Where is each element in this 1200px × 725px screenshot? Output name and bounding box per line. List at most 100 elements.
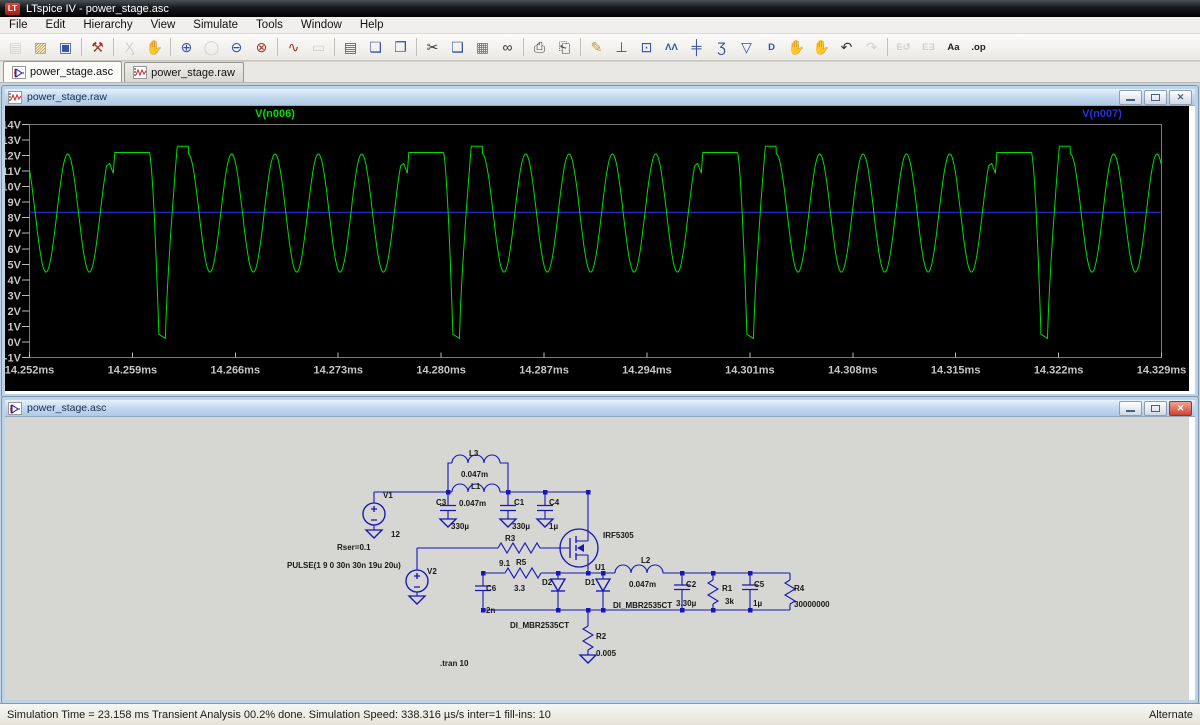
new-schematic-icon: ▤: [3, 36, 28, 59]
text-icon[interactable]: Aa: [941, 36, 966, 59]
tab-power-stage-raw[interactable]: power_stage.raw: [124, 62, 244, 82]
place-capacitor-icon[interactable]: ╪: [684, 36, 709, 59]
autorange-y-axis-icon[interactable]: ∿: [281, 36, 306, 59]
value-d1: DI_MBR2535CT: [613, 601, 672, 610]
cut-icon[interactable]: ✂: [420, 36, 445, 59]
drag-icon[interactable]: ✋: [809, 36, 834, 59]
control-panel-icon[interactable]: ⚒: [85, 36, 110, 59]
schematic-window-titlebar[interactable]: power_stage.asc: [5, 400, 1195, 417]
halt-icon[interactable]: ✋: [142, 36, 167, 59]
toolbar: ▤▨▣⚒Ӽ✋⊕◯⊖⊗∿▭▤❏❐✂❑▦∞⎙⎗✎⊥⊡ΛΛ╪Ʒ▽D✋✋↶↷E↺EƎAa…: [0, 34, 1200, 61]
menu-simulate[interactable]: Simulate: [184, 18, 247, 32]
y-tick-label: 7V: [8, 228, 22, 240]
y-tick-label: 9V: [8, 197, 22, 209]
place-ground-icon[interactable]: ⊥: [609, 36, 634, 59]
minimize-button[interactable]: [1119, 90, 1142, 105]
x-tick-label: 14.252ms: [5, 365, 54, 377]
y-tick-label: 0V: [8, 337, 22, 349]
value-r4: 30000000: [794, 600, 830, 609]
toolbar-separator: [170, 38, 171, 56]
restore-button[interactable]: [1144, 401, 1167, 416]
cascade-windows-icon[interactable]: ❏: [363, 36, 388, 59]
x-tick-label: 14.287ms: [519, 365, 569, 377]
toolbar-separator: [580, 38, 581, 56]
open-icon[interactable]: ▨: [28, 36, 53, 59]
y-tick-label: 11V: [5, 166, 22, 178]
trace-vn006[interactable]: [30, 146, 1162, 338]
print-icon[interactable]: ⎙: [527, 36, 552, 59]
save-icon[interactable]: ▣: [53, 36, 78, 59]
arrange-windows-icon[interactable]: ❐: [388, 36, 413, 59]
zoom-full-extents-icon[interactable]: ⊗: [249, 36, 274, 59]
place-component-icon[interactable]: D: [759, 36, 784, 59]
place-net-label-icon[interactable]: ⊡: [634, 36, 659, 59]
x-tick-label: 14.315ms: [931, 365, 981, 377]
waveform-window-titlebar[interactable]: power_stage.raw: [5, 89, 1195, 106]
y-tick-label: 14V: [5, 120, 22, 132]
x-tick-label: 14.308ms: [828, 365, 878, 377]
close-button[interactable]: [1169, 401, 1192, 416]
trace-label-vn006[interactable]: V(n006): [220, 108, 330, 120]
schematic-canvas[interactable]: V1 12 Rser=0.1 PULSE(1 9 0 30n 30n 19u 2…: [5, 417, 1189, 700]
waveform-plot-area[interactable]: V(n006) V(n007) 14V13V12V11V10V9V8V7V6V5…: [5, 106, 1189, 391]
draw-wire-icon[interactable]: ✎: [584, 36, 609, 59]
spice-directive-icon[interactable]: .op: [966, 36, 991, 59]
waveform-window: power_stage.raw V(n006) V(n007) 14V13V12…: [2, 86, 1198, 397]
ref-c4: C4: [549, 498, 560, 507]
x-tick-label: 14.280ms: [416, 365, 466, 377]
tab-label: power_stage.raw: [151, 67, 235, 79]
trace-label-vn007[interactable]: V(n007): [1047, 108, 1157, 120]
menu-window[interactable]: Window: [292, 18, 351, 32]
schematic-drawing: V1 12 Rser=0.1 PULSE(1 9 0 30n 30n 19u 2…: [5, 417, 1189, 700]
menu-hierarchy[interactable]: Hierarchy: [74, 18, 141, 32]
y-tick-label: 2V: [8, 306, 22, 318]
menu-help[interactable]: Help: [351, 18, 393, 32]
toolbar-separator: [523, 38, 524, 56]
place-inductor-icon[interactable]: Ʒ: [709, 36, 734, 59]
undo-icon[interactable]: ↶: [834, 36, 859, 59]
place-diode-icon[interactable]: ▽: [734, 36, 759, 59]
menu-view[interactable]: View: [142, 18, 185, 32]
value-c6: 2n: [486, 606, 495, 615]
toolbar-separator: [887, 38, 888, 56]
find-icon[interactable]: ∞: [495, 36, 520, 59]
value-c3: 330µ: [451, 522, 469, 531]
move-icon[interactable]: ✋: [784, 36, 809, 59]
toolbar-separator: [416, 38, 417, 56]
zoom-out-icon[interactable]: ⊖: [224, 36, 249, 59]
app-titlebar[interactable]: LT LTspice IV - power_stage.asc: [0, 0, 1200, 17]
menu-edit[interactable]: Edit: [37, 18, 75, 32]
menu-tools[interactable]: Tools: [247, 18, 292, 32]
value-c4: 1µ: [549, 522, 558, 531]
menu-file[interactable]: File: [0, 18, 37, 32]
y-tick-label: 10V: [5, 182, 22, 194]
ref-r2: R2: [596, 632, 607, 641]
run-icon: Ӽ: [117, 36, 142, 59]
tab-label: power_stage.asc: [30, 66, 113, 78]
waveform-plot: 14V13V12V11V10V9V8V7V6V5V4V3V2V1V0V-1V14…: [5, 106, 1189, 391]
place-resistor-icon[interactable]: ΛΛ: [659, 36, 684, 59]
y-tick-label: 13V: [5, 135, 22, 147]
close-button[interactable]: [1169, 90, 1192, 105]
minimize-button[interactable]: [1119, 401, 1142, 416]
ltspice-app: { "window": { "title": "LTspice IV - pow…: [0, 0, 1200, 725]
x-tick-label: 14.259ms: [108, 365, 158, 377]
zoom-in-icon[interactable]: ⊕: [174, 36, 199, 59]
value-v1: 12: [391, 530, 400, 539]
paste-icon[interactable]: ▦: [470, 36, 495, 59]
copy-icon[interactable]: ❑: [445, 36, 470, 59]
redo-icon: ↷: [859, 36, 884, 59]
menubar: FileEditHierarchyViewSimulateToolsWindow…: [0, 17, 1200, 34]
x-tick-label: 14.294ms: [622, 365, 672, 377]
tile-windows-icon[interactable]: ▤: [338, 36, 363, 59]
schematic-window: power_stage.asc: [2, 397, 1198, 703]
status-simulation-text: Simulation Time = 23.158 ms Transient An…: [7, 709, 551, 721]
ref-c3: C3: [436, 498, 447, 507]
tab-power-stage-asc[interactable]: power_stage.asc: [3, 61, 122, 82]
y-tick-label: -1V: [5, 353, 22, 365]
y-tick-label: 1V: [8, 321, 22, 333]
ref-r5: R5: [516, 558, 527, 567]
y-tick-label: 6V: [8, 244, 22, 256]
restore-button[interactable]: [1144, 90, 1167, 105]
print-preview-icon[interactable]: ⎗: [552, 36, 577, 59]
